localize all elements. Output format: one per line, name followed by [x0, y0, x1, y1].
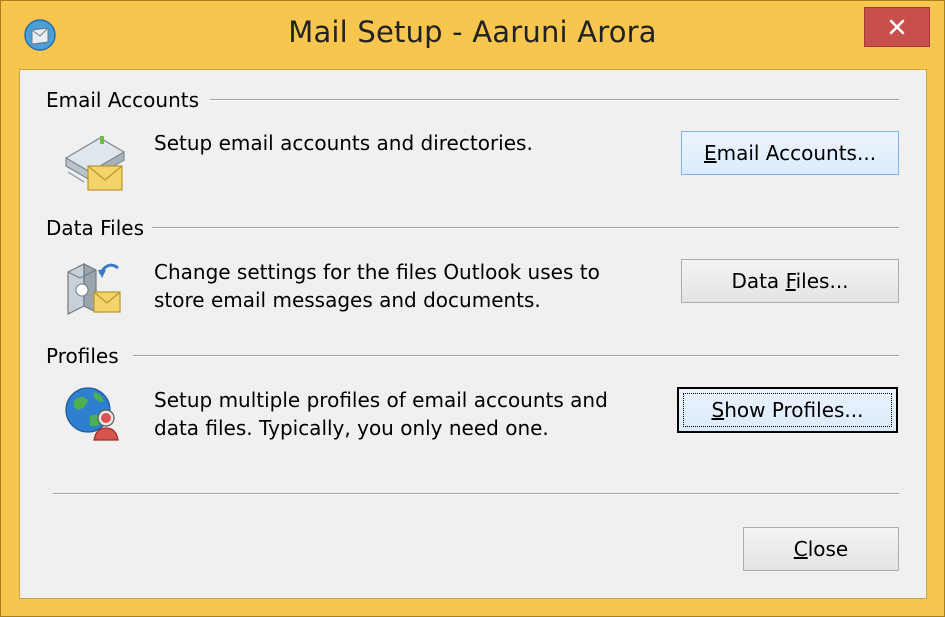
- show-profiles-button-label: Show Profiles...: [711, 398, 864, 422]
- window-title: Mail Setup - Aaruni Arora: [288, 15, 657, 49]
- group-line-profiles: [133, 355, 899, 357]
- window-close-button[interactable]: [864, 7, 930, 47]
- email-accounts-icon: [64, 136, 126, 191]
- data-files-icon: [67, 263, 121, 315]
- data-files-button[interactable]: Data Files...: [681, 259, 899, 303]
- dialog-client-area: Email Accounts Setup email accounts and …: [19, 69, 927, 599]
- title-bar[interactable]: Mail Setup - Aaruni Arora: [1, 1, 944, 69]
- data-files-description-line1: Change settings for the files Outlook us…: [154, 260, 600, 284]
- profiles-globe-icon: [65, 387, 119, 441]
- close-icon: [889, 19, 905, 35]
- group-line-data: [150, 227, 899, 229]
- data-files-button-label: Data Files...: [731, 269, 849, 293]
- close-button[interactable]: Close: [743, 527, 899, 571]
- email-accounts-description: Setup email accounts and directories.: [154, 131, 533, 155]
- email-accounts-button[interactable]: Email Accounts...: [681, 131, 899, 175]
- email-accounts-button-label: Email Accounts...: [703, 141, 877, 165]
- group-label-email-accounts: Email Accounts: [46, 88, 208, 112]
- group-label-data-files: Data Files: [46, 216, 152, 240]
- profiles-description-line1: Setup multiple profiles of email account…: [154, 388, 608, 412]
- show-profiles-button[interactable]: Show Profiles...: [677, 387, 898, 433]
- footer-separator: [53, 493, 899, 495]
- profiles-description-line2: data files. Typically, you only need one…: [154, 416, 549, 440]
- close-button-label: Close: [793, 537, 849, 561]
- data-files-description-line2: store email messages and documents.: [154, 288, 541, 312]
- group-line-email: [210, 99, 899, 101]
- group-label-profiles: Profiles: [46, 344, 127, 368]
- mail-setup-window: Mail Setup - Aaruni Arora Email Accounts…: [0, 0, 945, 617]
